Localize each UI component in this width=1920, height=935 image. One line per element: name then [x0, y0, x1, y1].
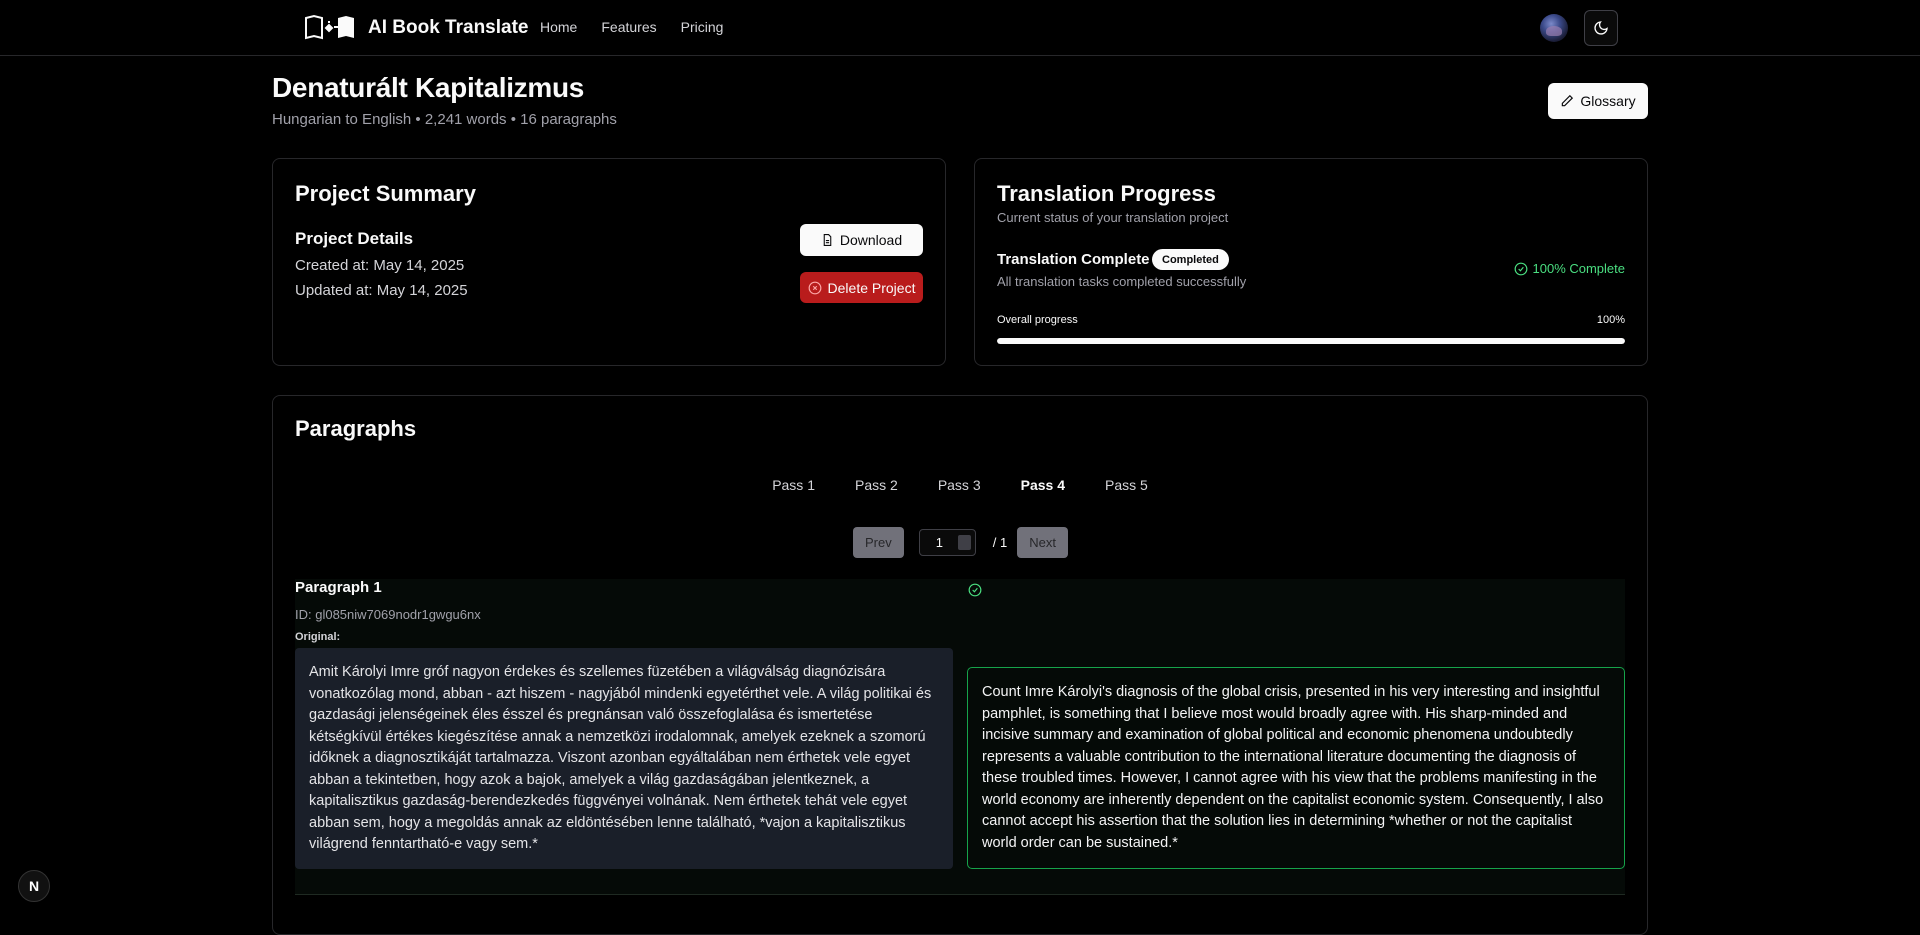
pencil-icon [1562, 94, 1574, 107]
status-label: Translation Complete [997, 251, 1150, 268]
nav-pricing[interactable]: Pricing [681, 19, 724, 35]
theme-toggle-button[interactable] [1584, 10, 1618, 46]
page-number-input[interactable]: 1 [918, 529, 976, 556]
progress-bar-fill [997, 338, 1625, 344]
devtools-badge[interactable]: N [18, 870, 50, 902]
page-number-value: 1 [935, 535, 943, 550]
file-icon [823, 234, 832, 246]
original-label: Original: [295, 631, 341, 643]
summary-title: Project Summary [295, 181, 476, 206]
details-title: Project Details [295, 229, 414, 248]
overall-progress-label: Overall progress [997, 314, 1078, 326]
progress-title: Translation Progress [997, 181, 1216, 206]
status-description: All translation tasks completed successf… [997, 274, 1247, 289]
page-title: Denaturált Kapitalizmus [272, 72, 585, 103]
progress-bar [997, 338, 1625, 344]
paragraph-item: Paragraph 1 ID: gl085niw7069nodr1gwgu6nx… [295, 579, 1625, 895]
main-nav: Home Features Pricing [540, 19, 723, 35]
top-navbar: AI Book Translate Home Features Pricing [0, 0, 1920, 56]
pass-tabs: Pass 1 Pass 2 Pass 3 Pass 4 Pass 5 [273, 469, 1647, 501]
paragraphs-card: Paragraphs Pass 1 Pass 2 Pass 3 Pass 4 P… [272, 395, 1648, 935]
tab-pass-1[interactable]: Pass 1 [752, 469, 835, 501]
progress-subtitle: Current status of your translation proje… [997, 210, 1229, 225]
download-label: Download [839, 232, 903, 248]
x-circle-icon [808, 281, 821, 294]
glossary-label: Glossary [1580, 93, 1636, 109]
project-subtitle: Hungarian to English • 2,241 words • 16 … [272, 111, 617, 128]
complete-text: 100% Complete [1532, 261, 1626, 276]
tab-pass-2[interactable]: Pass 2 [835, 469, 918, 501]
status-badge: Completed [1152, 249, 1229, 270]
check-circle-icon [1514, 262, 1527, 275]
brand-name: AI Book Translate [368, 17, 529, 38]
complete-indicator: 100% Complete [1514, 261, 1626, 276]
paragraph-id: ID: gl085niw7069nodr1gwgu6nx [295, 607, 481, 622]
translation-progress-card: Translation Progress Current status of y… [974, 158, 1648, 366]
created-at: Created at: May 14, 2025 [295, 257, 465, 274]
project-summary-card: Project Summary Project Details Created … [272, 158, 946, 366]
nav-features[interactable]: Features [601, 19, 656, 35]
overall-progress-value: 100% [1596, 314, 1625, 326]
avatar[interactable] [1540, 14, 1568, 42]
spinner-icon[interactable] [957, 535, 971, 550]
prev-button[interactable]: Prev [853, 527, 904, 558]
page-total: / 1 [992, 535, 1008, 550]
download-button[interactable]: Download [800, 224, 923, 256]
delete-project-button[interactable]: Delete Project [800, 272, 923, 303]
translated-text[interactable]: Count Imre Károlyi's diagnosis of the gl… [967, 667, 1625, 869]
next-button[interactable]: Next [1017, 527, 1068, 558]
brand-logo-icon [305, 14, 354, 40]
updated-at: Updated at: May 14, 2025 [295, 282, 468, 299]
tab-pass-5[interactable]: Pass 5 [1085, 469, 1168, 501]
delete-label: Delete Project [827, 279, 916, 296]
moon-icon [1594, 21, 1608, 35]
paragraph-title: Paragraph 1 [295, 579, 382, 596]
nav-home[interactable]: Home [540, 19, 577, 35]
check-circle-icon [968, 583, 982, 597]
tab-pass-4[interactable]: Pass 4 [1001, 469, 1085, 501]
brand[interactable]: AI Book Translate [304, 14, 529, 42]
glossary-button[interactable]: Glossary [1548, 83, 1648, 119]
original-text: Amit Károlyi Imre gróf nagyon érdekes és… [295, 648, 953, 869]
tab-pass-3[interactable]: Pass 3 [918, 469, 1001, 501]
paragraphs-title: Paragraphs [295, 416, 417, 441]
pagination: Prev 1 / 1 Next [853, 527, 1068, 558]
